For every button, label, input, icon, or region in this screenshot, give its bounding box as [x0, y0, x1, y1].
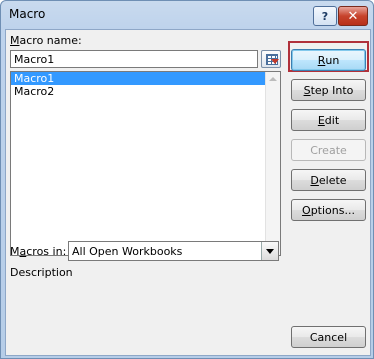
list-item[interactable]: Macro1 [11, 72, 280, 85]
create-button[interactable]: Create [291, 139, 366, 161]
macro-name-input[interactable]: Macro1 [10, 50, 258, 68]
list-item[interactable]: Macro2 [11, 85, 280, 98]
macro-name-label: Macro name: [10, 34, 82, 47]
dialog-body: Macro name: Macro1 Macro1 Macro2 Macros … [5, 29, 371, 356]
delete-button[interactable]: Delete [291, 169, 366, 191]
macros-in-value: All Open Workbooks [72, 245, 183, 258]
dialog-title: Macro [9, 7, 46, 21]
dropdown-button[interactable] [261, 242, 278, 260]
options-button[interactable]: Options... [291, 199, 366, 221]
macro-list[interactable]: Macro1 Macro2 [10, 71, 281, 256]
close-button[interactable]: ✕ [338, 6, 368, 26]
help-button[interactable]: ? [313, 6, 337, 26]
chevron-down-icon [266, 249, 274, 254]
list-scrollbar[interactable] [265, 72, 280, 255]
macros-in-select[interactable]: All Open Workbooks [68, 241, 279, 261]
edit-button[interactable]: Edit [291, 109, 366, 131]
red-arrow-icon [271, 59, 279, 64]
help-icon: ? [321, 9, 329, 23]
scroll-up-icon[interactable] [269, 77, 277, 81]
macros-in-label: Macros in: [10, 245, 67, 258]
run-button[interactable]: Run [291, 49, 366, 71]
macro-dialog: Macro ? ✕ Macro name: Macro1 Macro1 Macr… [0, 0, 374, 359]
close-icon: ✕ [347, 8, 359, 24]
title-bar: Macro ? ✕ [1, 1, 373, 29]
description-label: Description [10, 266, 73, 279]
collapse-dialog-button[interactable] [261, 50, 281, 68]
cancel-button[interactable]: Cancel [291, 326, 366, 348]
step-into-button[interactable]: Step Into [291, 79, 366, 101]
